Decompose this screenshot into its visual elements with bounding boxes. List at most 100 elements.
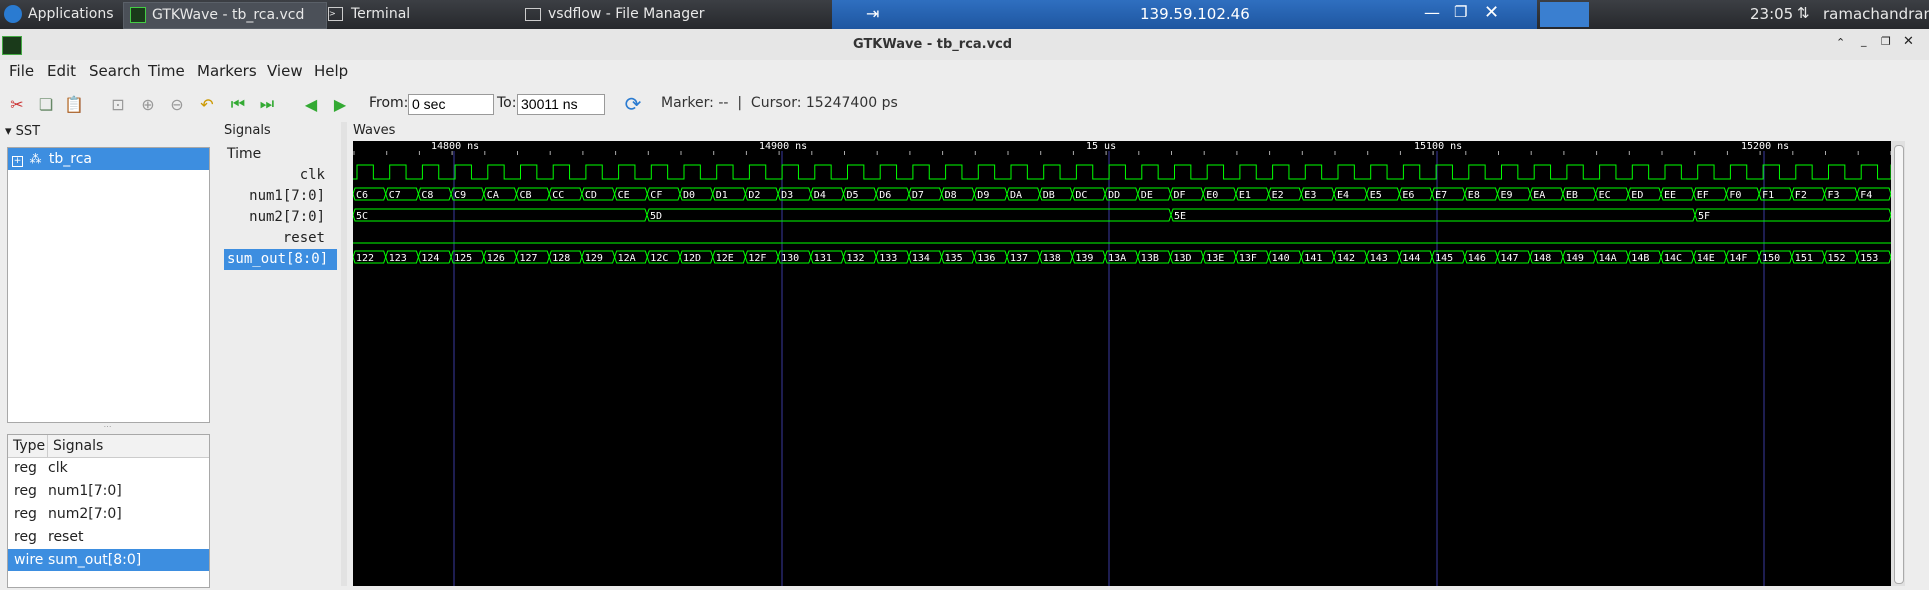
sum-out-value: 146 [1468, 253, 1486, 264]
menu-markers[interactable]: Markers [197, 62, 257, 80]
zoom-fit-icon[interactable]: ⊡ [107, 93, 129, 115]
minimize-icon[interactable]: — [1424, 3, 1440, 22]
table-row[interactable]: reg num2[7:0] [8, 503, 209, 525]
window-maximize-icon[interactable]: ❐ [1881, 35, 1891, 48]
sst-header-label: SST [15, 124, 41, 139]
num1-value: DB [1043, 190, 1055, 201]
sum-out-value: 126 [487, 253, 505, 264]
waves-vertical-scrollbar[interactable] [1891, 141, 1905, 586]
signal-clk[interactable]: clk [224, 165, 337, 186]
tree-item-tb-rca[interactable]: + ⁂ tb_rca [8, 148, 209, 170]
undo-zoom-icon[interactable]: ↶ [196, 93, 218, 115]
waves-header: Waves [353, 123, 396, 138]
reload-icon[interactable]: ⟳ [622, 92, 644, 116]
num2-value: 5C [356, 211, 368, 222]
applications-menu[interactable]: Applications [4, 2, 114, 27]
num1-value: E0 [1206, 190, 1218, 201]
zoom-in-icon[interactable]: ⊕ [137, 93, 159, 115]
pane-splitter[interactable]: ⋯ [7, 423, 208, 431]
module-icon: ⁂ [29, 152, 42, 166]
restore-icon[interactable]: ❐ [1454, 3, 1467, 21]
taskbar-window-gtkwave[interactable]: GTKWave - tb_rca.vcd [123, 2, 327, 29]
num1-value: E4 [1337, 190, 1349, 201]
menu-edit[interactable]: Edit [47, 62, 76, 80]
sum-out-value: 132 [847, 253, 865, 264]
signal-type: wire [14, 552, 44, 568]
sum-out-value: 128 [552, 253, 570, 264]
table-row[interactable]: reg clk [8, 457, 209, 479]
num2-segment [1694, 208, 1892, 222]
num1-value: EF [1697, 190, 1709, 201]
network-icon[interactable]: ⇅ [1797, 4, 1810, 22]
toolbar: ✂ ❏ 📋 ⊡ ⊕ ⊖ ↶ ⏮ ⏭ ◀ ▶ From: To: ⟳ Marker… [0, 86, 1929, 122]
menu-bar: File Edit Search Time Markers View Help [0, 60, 1929, 84]
close-icon[interactable]: ✕ [1484, 2, 1499, 23]
expand-icon[interactable]: + [12, 156, 23, 167]
menu-time[interactable]: Time [148, 62, 185, 80]
taskbar-gtkwave-tray[interactable] [1540, 2, 1589, 27]
remote-host-label: 139.59.102.46 [1140, 5, 1250, 23]
zoom-to-start-icon[interactable]: ⏮ [227, 93, 249, 115]
num1-value: E1 [1239, 190, 1251, 201]
from-time-input[interactable] [408, 94, 494, 115]
table-row[interactable]: wire sum_out[8:0] [8, 549, 209, 571]
signal-type: reg [14, 506, 37, 522]
time-tick-label: 15100 ns [1414, 141, 1462, 152]
window-up-icon[interactable]: ⌃ [1836, 36, 1845, 49]
menu-search[interactable]: Search [89, 62, 141, 80]
num1-value: CA [487, 190, 499, 201]
window-close-icon[interactable]: ✕ [1903, 34, 1914, 49]
copy-icon[interactable]: ❏ [35, 93, 57, 115]
num1-value: DC [1075, 190, 1087, 201]
signal-num2[interactable]: num2[7:0] [224, 207, 337, 228]
menu-file[interactable]: File [9, 62, 34, 80]
sum-out-value: 123 [389, 253, 407, 264]
find-previous-edge-icon[interactable]: ◀ [300, 93, 322, 115]
window-minimize-icon[interactable]: _ [1861, 34, 1867, 47]
column-signals[interactable]: Signals [47, 435, 103, 457]
sst-header[interactable]: ▾ SST [5, 124, 40, 139]
column-type[interactable]: Type [13, 435, 45, 457]
waveform-canvas[interactable]: 14800 ns 14900 ns 15 us 15100 ns 15200 ns C6 C… [352, 141, 1895, 586]
sst-tree[interactable]: + ⁂ tb_rca [7, 147, 210, 423]
pin-icon[interactable]: ⇥ [866, 4, 879, 23]
cut-icon[interactable]: ✂ [6, 93, 28, 115]
find-next-edge-icon[interactable]: ▶ [329, 93, 351, 115]
signal-name: clk [48, 460, 68, 476]
taskbar-window-file-manager[interactable]: vsdflow - File Manager [525, 2, 825, 27]
sum-out-value: 143 [1370, 253, 1388, 264]
paste-icon[interactable]: 📋 [63, 93, 85, 115]
user-name[interactable]: ramachandran [1823, 5, 1929, 23]
signal-type: reg [14, 529, 37, 545]
num1-value: CF [650, 190, 662, 201]
signal-reset[interactable]: reset [224, 228, 337, 249]
taskbar-window-terminal[interactable]: > Terminal [328, 2, 518, 27]
gtkwave-logo-icon [2, 36, 22, 55]
signal-name: reset [48, 529, 84, 545]
time-tick-label: 14800 ns [431, 141, 479, 152]
table-row[interactable]: reg num1[7:0] [8, 480, 209, 502]
num2-segment [352, 208, 648, 222]
num1-value: D2 [748, 190, 760, 201]
signals-waves-splitter[interactable] [341, 122, 347, 586]
scrollbar-thumb[interactable] [1894, 145, 1904, 584]
signal-name: num1[7:0] [48, 483, 122, 499]
to-time-input[interactable] [517, 94, 605, 115]
sum-out-value: 14C [1664, 253, 1682, 264]
menu-view[interactable]: View [267, 62, 303, 80]
signal-name: num2[7:0] [48, 506, 122, 522]
zoom-out-icon[interactable]: ⊖ [166, 93, 188, 115]
sum-out-value: 130 [781, 253, 799, 264]
num1-value: EA [1533, 190, 1545, 201]
waveform-view[interactable]: 14800 ns 14900 ns 15 us 15100 ns 15200 ns C6 C… [352, 141, 1895, 586]
time-tick-label: 15200 ns [1741, 141, 1789, 152]
num1-value: EE [1664, 190, 1676, 201]
num1-value: F1 [1762, 190, 1774, 201]
signal-num1[interactable]: num1[7:0] [224, 186, 337, 207]
signal-sum-out[interactable]: sum_out[8:0] [224, 249, 337, 270]
zoom-to-end-icon[interactable]: ⏭ [256, 93, 278, 115]
menu-help[interactable]: Help [314, 62, 348, 80]
num1-value: DD [1108, 190, 1120, 201]
num1-value: CD [585, 190, 597, 201]
table-row[interactable]: reg reset [8, 526, 209, 548]
